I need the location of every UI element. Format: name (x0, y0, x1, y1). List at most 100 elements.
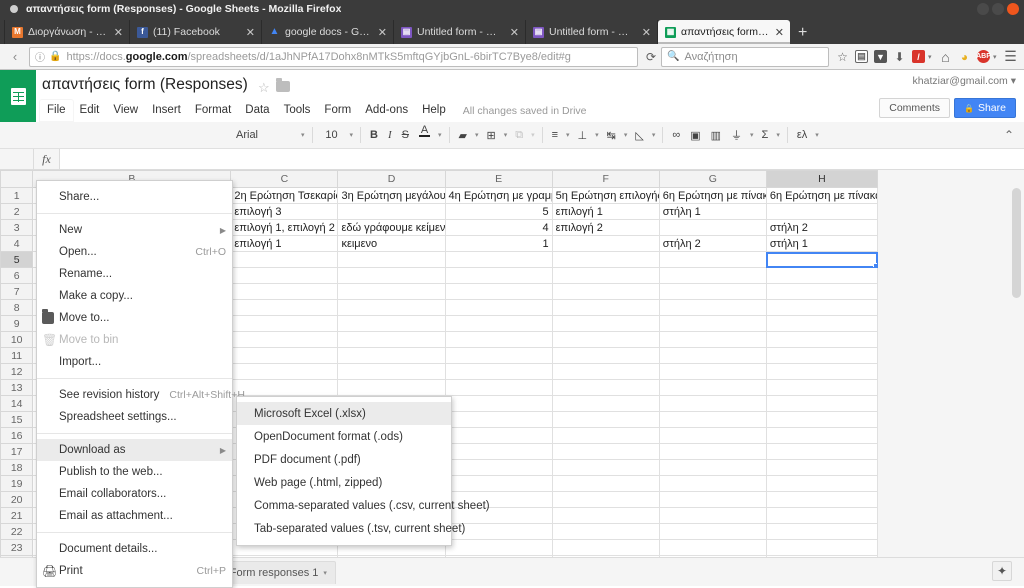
cell-H8[interactable] (765, 299, 879, 316)
cell-F22[interactable] (551, 523, 660, 540)
cell-G14[interactable] (658, 395, 767, 412)
pocket-icon[interactable]: ▼ (871, 44, 890, 70)
cell-D2[interactable] (337, 203, 446, 220)
filter-button[interactable]: ⏚ (726, 125, 747, 145)
insert-chart-button[interactable]: ▥ (706, 125, 726, 145)
horizontal-align-button[interactable]: ≡ (547, 125, 563, 145)
cell-G9[interactable] (658, 315, 767, 332)
cell-C10[interactable] (230, 331, 339, 348)
cell-C1[interactable]: 2η Ερώτηση Τσεκαρίσματ (230, 187, 339, 204)
download-option-xlsx[interactable]: Microsoft Excel (.xlsx) (237, 402, 451, 425)
file-menu-item-share[interactable]: Share... (37, 186, 232, 208)
input-tools-button[interactable]: ελ (792, 125, 812, 145)
cell-E23[interactable] (444, 539, 553, 556)
account-email[interactable]: khatziar@gmail.com ▾ (913, 75, 1016, 87)
file-menu-item-move-to[interactable]: Move to... (37, 307, 232, 329)
cell-E9[interactable] (444, 315, 553, 332)
cell-H12[interactable] (765, 363, 879, 380)
row-header-1[interactable]: 1 (0, 187, 34, 204)
cell-F11[interactable] (551, 347, 660, 364)
sheet-tab-form-responses-1[interactable]: Form responses 1 ▾ (220, 560, 336, 584)
cell-G4[interactable]: στήλη 2 (658, 235, 767, 252)
menu-item-edit[interactable]: Edit (73, 100, 107, 121)
download-option-html[interactable]: Web page (.html, zipped) (237, 471, 451, 494)
insert-comment-button[interactable]: ▣ (685, 125, 705, 145)
column-header-F[interactable]: F (551, 170, 660, 188)
row-header-9[interactable]: 9 (0, 315, 34, 332)
cell-C2[interactable]: επιλογή 3 (230, 203, 339, 220)
cell-F3[interactable]: επιλογή 2 (551, 219, 660, 236)
row-header-3[interactable]: 3 (0, 219, 34, 236)
cell-F13[interactable] (551, 379, 660, 396)
cell-E8[interactable] (444, 299, 553, 316)
cell-C8[interactable] (230, 299, 339, 316)
cell-E7[interactable] (444, 283, 553, 300)
browser-tab-2[interactable]: ▲ google docs - Googl... ✕ (262, 20, 394, 44)
borders-button[interactable]: ⊞ (482, 125, 501, 145)
file-menu-item-publish-to-the-web[interactable]: Publish to the web... (37, 461, 232, 483)
cell-F14[interactable] (551, 395, 660, 412)
cell-H17[interactable] (765, 443, 879, 460)
column-header-E[interactable]: E (444, 170, 553, 188)
row-header-14[interactable]: 14 (0, 395, 34, 412)
cell-H6[interactable] (765, 267, 879, 284)
cell-C9[interactable] (230, 315, 339, 332)
cell-E11[interactable] (444, 347, 553, 364)
cell-G15[interactable] (658, 411, 767, 428)
cell-E5[interactable] (444, 251, 553, 268)
flash-blocker-icon[interactable]: / (909, 44, 928, 70)
cell-D1[interactable]: 3η Ερώτηση μεγάλου κει (337, 187, 446, 204)
browser-tab-5[interactable]: ▦ απαντήσεις form (R... ✕ (658, 20, 790, 44)
cell-F7[interactable] (551, 283, 660, 300)
search-input[interactable]: 🔍 Αναζήτηση (661, 46, 829, 67)
window-maximize-button[interactable] (992, 3, 1004, 15)
file-menu-item-open[interactable]: Open... Ctrl+O (37, 241, 232, 263)
file-menu-item-email-collaborators[interactable]: Email collaborators... (37, 483, 232, 505)
cell-E6[interactable] (444, 267, 553, 284)
cell-C11[interactable] (230, 347, 339, 364)
file-menu-item-see-revision-history[interactable]: See revision history Ctrl+Alt+Shift+H (37, 384, 245, 406)
download-as-submenu[interactable]: Microsoft Excel (.xlsx) OpenDocument for… (236, 396, 490, 546)
cell-H18[interactable] (765, 459, 879, 476)
sheets-menubar[interactable]: File Edit View Insert Format Data Tools … (40, 100, 587, 121)
merge-cells-button[interactable]: ⧉ (510, 125, 528, 145)
row-header-12[interactable]: 12 (0, 363, 34, 380)
sheets-toolbar[interactable]: Arial ▾ 10 ▾ B I S A ▾ ▰ ▾ ⊞ ▾ ⧉ ▾ ≡ ▾ ⊥… (0, 122, 1024, 149)
row-header-11[interactable]: 11 (0, 347, 34, 364)
row-header-2[interactable]: 2 (0, 203, 34, 220)
cell-G19[interactable] (658, 475, 767, 492)
cell-G21[interactable] (658, 507, 767, 524)
cell-D11[interactable] (337, 347, 446, 364)
cell-G6[interactable] (658, 267, 767, 284)
site-info-icon[interactable]: ⓘ (35, 49, 45, 64)
insert-link-button[interactable]: ∞ (667, 125, 685, 145)
cell-E1[interactable]: 4η Ερώτηση με γραμμική (444, 187, 553, 204)
cell-E14[interactable] (444, 395, 553, 412)
collapse-toolbar-icon[interactable]: ⌃ (1004, 128, 1014, 142)
row-header-18[interactable]: 18 (0, 459, 34, 476)
cell-E4[interactable]: 1 (444, 235, 553, 252)
cell-E18[interactable] (444, 459, 553, 476)
sheets-logo-icon[interactable] (0, 70, 36, 122)
cell-F12[interactable] (551, 363, 660, 380)
menu-item-addons[interactable]: Add-ons (358, 100, 415, 121)
file-menu-item-rename[interactable]: Rename... (37, 263, 232, 285)
cell-C5[interactable] (230, 251, 339, 268)
cell-G11[interactable] (658, 347, 767, 364)
cell-E16[interactable] (444, 427, 553, 444)
browser-tab-1[interactable]: f (11) Facebook ✕ (130, 20, 262, 44)
text-wrap-button[interactable]: ↹ (602, 125, 621, 145)
cell-E17[interactable] (444, 443, 553, 460)
row-header-20[interactable]: 20 (0, 491, 34, 508)
file-menu-dropdown[interactable]: Share... New ▶ Open... Ctrl+O Rename... … (36, 180, 245, 588)
move-to-folder-icon[interactable] (276, 78, 290, 92)
cell-C12[interactable] (230, 363, 339, 380)
cell-D9[interactable] (337, 315, 446, 332)
cell-E10[interactable] (444, 331, 553, 348)
row-header-17[interactable]: 17 (0, 443, 34, 460)
download-option-ods[interactable]: OpenDocument format (.ods) (237, 425, 451, 448)
cell-E13[interactable] (444, 379, 553, 396)
cell-H14[interactable] (765, 395, 879, 412)
adblock-icon[interactable]: ABP (974, 44, 993, 70)
row-header-8[interactable]: 8 (0, 299, 34, 316)
